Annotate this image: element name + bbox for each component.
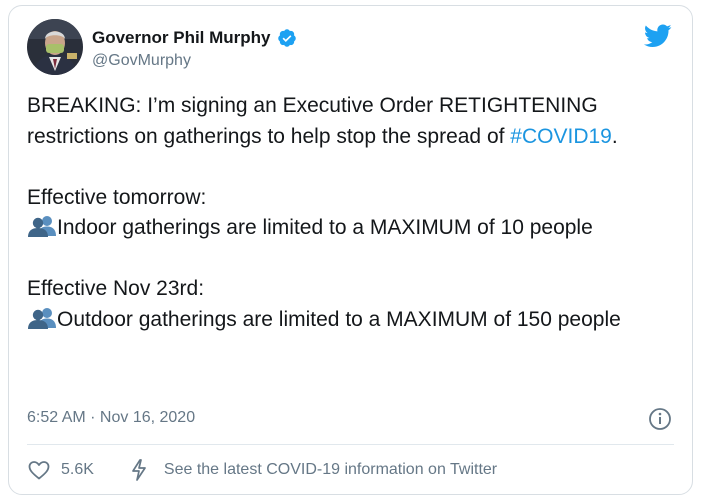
busts-in-silhouette-icon <box>28 307 56 329</box>
like-count[interactable]: 5.6K <box>61 461 94 479</box>
hashtag-link[interactable]: #COVID19 <box>510 125 612 148</box>
tweet-actions: 5.6K See the latest COVID-19 information… <box>27 458 497 482</box>
covid-info-link[interactable]: See the latest COVID-19 information on T… <box>164 461 497 479</box>
heart-icon[interactable] <box>27 458 51 482</box>
tweet-timestamp[interactable]: 6:52 AM · Nov 16, 2020 <box>27 409 195 427</box>
author-name[interactable]: Governor Phil Murphy <box>92 28 271 48</box>
section2-header: Effective Nov 23rd: <box>27 277 205 300</box>
author-handle[interactable]: @GovMurphy <box>92 52 191 70</box>
tweet-text: BREAKING: I’m signing an Executive Order… <box>27 91 682 335</box>
avatar[interactable] <box>27 19 83 75</box>
divider <box>27 444 674 445</box>
tweet-card[interactable]: Governor Phil Murphy @GovMurphy BREAKING… <box>8 5 693 495</box>
verified-badge-icon <box>277 29 296 47</box>
busts-in-silhouette-icon <box>28 216 56 237</box>
section2-item: Outdoor gatherings are limited to a MAXI… <box>27 305 682 336</box>
section1-header: Effective tomorrow: <box>27 185 207 209</box>
section1-item: Indoor gatherings are limited to a MAXIM… <box>27 213 682 244</box>
lightning-bolt-icon[interactable] <box>128 458 150 482</box>
info-icon[interactable] <box>648 407 672 431</box>
twitter-bird-icon[interactable] <box>644 24 672 48</box>
tweet-intro: BREAKING: I’m signing an Executive Order… <box>27 94 618 148</box>
